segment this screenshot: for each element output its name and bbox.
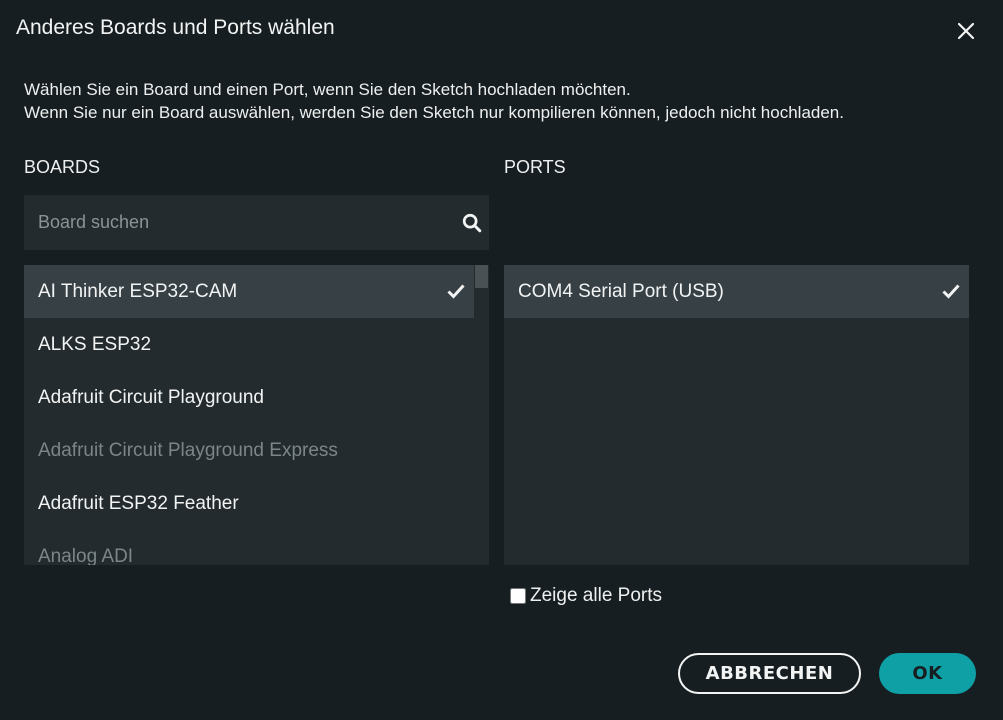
board-search-box [24, 195, 489, 250]
board-item-adafruit-circuit-playground-express[interactable]: Adafruit Circuit Playground Express [24, 424, 474, 477]
board-item-label: Analog ADI [38, 546, 134, 565]
show-all-ports-label: Zeige alle Ports [530, 585, 663, 606]
dialog-title: Anderes Boards und Ports wählen [16, 16, 335, 39]
description-line-1: Wählen Sie ein Board und einen Port, wen… [24, 80, 631, 99]
board-item-label: Adafruit Circuit Playground [38, 387, 264, 408]
show-all-ports-checkbox[interactable] [510, 588, 526, 604]
port-item-com4[interactable]: COM4 Serial Port (USB) [504, 265, 969, 318]
board-item-alks-esp32[interactable]: ALKS ESP32 [24, 318, 474, 371]
board-item-label: AI Thinker ESP32-CAM [38, 281, 238, 302]
board-list-scrollbar[interactable] [474, 265, 489, 565]
board-item-label: Adafruit ESP32 Feather [38, 493, 239, 514]
dialog-description: Wählen Sie ein Board und einen Port, wen… [24, 78, 844, 124]
board-item-analog-adi[interactable]: Analog ADI [24, 530, 474, 565]
board-item-adafruit-circuit-playground[interactable]: Adafruit Circuit Playground [24, 371, 474, 424]
port-list: COM4 Serial Port (USB) [504, 265, 969, 565]
scrollbar-thumb[interactable] [475, 265, 488, 288]
search-icon[interactable] [461, 212, 483, 234]
checkmark-icon [942, 284, 960, 299]
boards-heading: BOARDS [24, 157, 101, 177]
board-search-input[interactable] [24, 195, 444, 250]
select-board-port-dialog: Anderes Boards und Ports wählen Wählen S… [0, 0, 1003, 720]
description-line-2: Wenn Sie nur ein Board auswählen, werden… [24, 103, 844, 122]
ok-button[interactable]: OK [879, 653, 976, 694]
cancel-button[interactable]: ABBRECHEN [678, 653, 861, 694]
close-icon[interactable] [954, 19, 978, 43]
board-item-label: ALKS ESP32 [38, 334, 152, 355]
ports-heading: PORTS [504, 157, 566, 177]
port-item-label: COM4 Serial Port (USB) [518, 281, 724, 302]
board-list: AI Thinker ESP32-CAM ALKS ESP32 Adafruit… [24, 265, 489, 565]
show-all-ports-option[interactable]: Zeige alle Ports [510, 585, 662, 607]
board-item-label: Adafruit Circuit Playground Express [38, 440, 338, 461]
checkmark-icon [447, 284, 465, 299]
board-item-adafruit-esp32-feather[interactable]: Adafruit ESP32 Feather [24, 477, 474, 530]
board-item-ai-thinker-esp32-cam[interactable]: AI Thinker ESP32-CAM [24, 265, 474, 318]
